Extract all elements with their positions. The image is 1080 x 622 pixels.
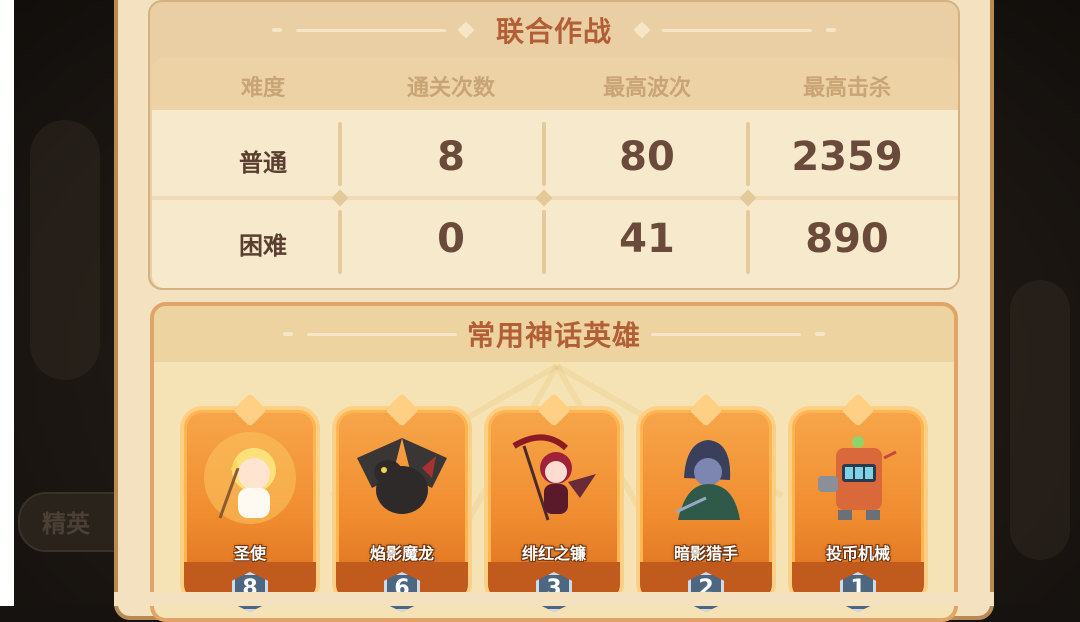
panel-bottom-edge bbox=[114, 592, 994, 606]
title-ornament bbox=[651, 332, 801, 336]
header-clears: 通关次数 bbox=[406, 76, 495, 101]
title-ornament bbox=[815, 332, 825, 336]
heroes-title: 常用神话英雄 bbox=[466, 319, 641, 352]
header-difficulty: 难度 bbox=[240, 76, 285, 101]
hero-name: 暗影猎手 bbox=[673, 544, 738, 563]
hero-name: 焰影魔龙 bbox=[369, 544, 434, 563]
title-ornament bbox=[306, 332, 457, 336]
column-divider bbox=[542, 122, 546, 186]
hero-card-3[interactable]: 绯红之镰 3 bbox=[484, 393, 624, 612]
hooded-hunter-icon bbox=[675, 440, 740, 520]
hero-card-5[interactable]: 投币机械 1 bbox=[788, 393, 928, 612]
row-hard-max-kills: 890 bbox=[805, 216, 889, 262]
row-normal-difficulty: 普通 bbox=[239, 149, 287, 177]
title-ornament bbox=[271, 28, 282, 32]
row-hard-max-wave: 41 bbox=[619, 216, 675, 262]
left-edge bbox=[0, 0, 14, 606]
background-shape bbox=[30, 120, 100, 380]
header-max-kills: 最高击杀 bbox=[802, 76, 891, 101]
hero-card-1[interactable]: 圣使 8 bbox=[180, 393, 320, 612]
row-divider bbox=[152, 196, 958, 200]
dragon-icon bbox=[357, 438, 447, 514]
hero-card-2[interactable]: 焰影魔龙 6 bbox=[332, 393, 472, 612]
title-ornament bbox=[633, 21, 651, 39]
co-op-title: 联合作战 bbox=[495, 15, 612, 48]
header-max-wave: 最高波次 bbox=[602, 76, 691, 101]
heroes-title-row: 常用神话英雄 bbox=[154, 314, 954, 354]
column-divider bbox=[338, 210, 342, 274]
scythe-demon-icon bbox=[512, 434, 596, 521]
background-badge-text: 精英 bbox=[42, 510, 90, 538]
hero-name: 投币机械 bbox=[825, 544, 890, 563]
angel-icon bbox=[204, 432, 296, 524]
row-normal-max-kills: 2359 bbox=[791, 134, 903, 180]
column-divider bbox=[338, 122, 342, 186]
co-op-title-row: 联合作战 bbox=[150, 10, 958, 50]
co-op-stats-table: 难度 通关次数 最高波次 最高击杀 普通 8 80 2359 困难 0 41 8… bbox=[152, 58, 958, 288]
hero-name: 圣使 bbox=[233, 544, 266, 563]
slot-machine-icon bbox=[818, 436, 897, 520]
hero-card-4[interactable]: 暗影猎手 2 bbox=[636, 393, 776, 612]
row-normal-clears: 8 bbox=[437, 134, 465, 180]
title-ornament bbox=[662, 28, 812, 32]
column-divider bbox=[746, 210, 750, 274]
title-ornament bbox=[295, 28, 446, 32]
column-divider bbox=[542, 210, 546, 274]
title-ornament bbox=[282, 332, 293, 336]
title-ornament bbox=[826, 28, 836, 32]
hero-name: 绯红之镰 bbox=[521, 544, 586, 563]
row-hard-difficulty: 困难 bbox=[239, 232, 287, 260]
column-divider bbox=[746, 122, 750, 186]
title-ornament bbox=[457, 21, 475, 39]
background-shape bbox=[1010, 280, 1070, 560]
row-normal-max-wave: 80 bbox=[619, 134, 675, 180]
row-hard-clears: 0 bbox=[437, 216, 465, 262]
